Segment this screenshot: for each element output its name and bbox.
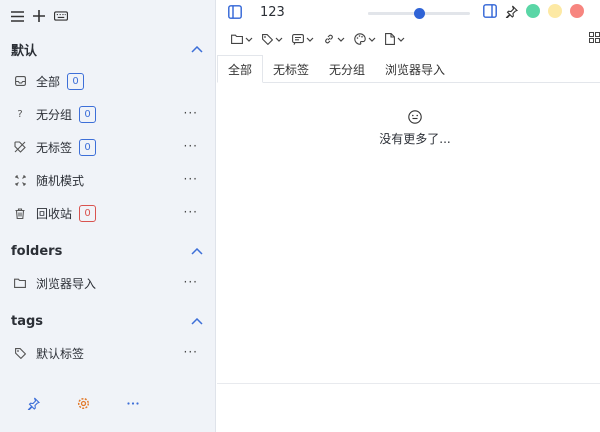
- color-filter-dropdown[interactable]: [354, 31, 376, 47]
- shuffle-icon: [14, 174, 26, 186]
- tab-all[interactable]: 全部: [217, 55, 264, 83]
- pin-icon[interactable]: [26, 396, 40, 410]
- link-filter-dropdown[interactable]: [323, 31, 345, 47]
- empty-state: 没有更多了...: [217, 110, 600, 147]
- minimize-button[interactable]: [548, 4, 562, 18]
- keyboard-icon[interactable]: [54, 9, 68, 23]
- page-title: 123: [260, 5, 285, 20]
- main-toolbar: 123: [217, 0, 600, 26]
- toggle-sidebar-icon[interactable]: [228, 5, 242, 19]
- maximize-button[interactable]: [526, 4, 540, 18]
- sidebar-item-label: 随机模式: [36, 173, 85, 188]
- tag-off-icon: [14, 141, 26, 153]
- chevron-down-icon: [245, 37, 253, 42]
- filter-toolbar: [231, 31, 405, 47]
- main-panel: 123 全部 无标签 无分组 浏览器导入 没有更多了...: [217, 0, 600, 432]
- sidebar: 默认 全部 0 ? 无分组 0 ··· 无标签 0 ··· 随机模式 ··· 回…: [0, 0, 216, 432]
- chevron-down-icon: [306, 37, 314, 42]
- note-icon: [292, 33, 304, 45]
- folder-filter-dropdown[interactable]: [231, 31, 253, 47]
- question-icon: ?: [17, 108, 23, 120]
- chevron-down-icon: [275, 37, 283, 42]
- link-icon: [325, 34, 333, 44]
- section-title: folders: [11, 243, 63, 259]
- note-filter-dropdown[interactable]: [292, 31, 314, 47]
- more-options-icon[interactable]: ···: [184, 140, 198, 152]
- folder-icon: [231, 34, 243, 44]
- grid-view-icon[interactable]: [589, 32, 600, 44]
- more-options-icon[interactable]: ···: [184, 107, 198, 119]
- sidebar-footer: [26, 396, 140, 410]
- sidebar-item-random[interactable]: 随机模式 ···: [0, 168, 216, 192]
- section-title: 默认: [11, 43, 38, 59]
- sidebar-item-ungrouped[interactable]: ? 无分组 0 ···: [0, 102, 216, 126]
- zoom-slider-knob[interactable]: [414, 8, 425, 19]
- inbox-icon: [14, 75, 26, 87]
- close-button[interactable]: [570, 4, 584, 18]
- plus-icon[interactable]: [32, 9, 46, 23]
- trash-icon: [14, 207, 26, 219]
- tag-filter-dropdown[interactable]: [262, 31, 283, 47]
- tag-icon: [14, 347, 26, 359]
- file-filter-dropdown[interactable]: [385, 31, 405, 47]
- settings-icon[interactable]: [76, 396, 90, 410]
- tab-untagged[interactable]: 无标签: [263, 55, 319, 83]
- sidebar-toolbar: [10, 8, 68, 24]
- toggle-panel-icon[interactable]: [483, 4, 497, 18]
- pin-icon[interactable]: [505, 5, 518, 18]
- more-options-icon[interactable]: ···: [184, 173, 198, 185]
- chevron-down-icon: [397, 37, 405, 42]
- sidebar-item-browser-import[interactable]: 浏览器导入 ···: [0, 271, 216, 295]
- section-header-folders[interactable]: folders: [11, 242, 203, 260]
- zoom-slider-fill: [368, 12, 419, 15]
- section-header-tags[interactable]: tags: [11, 312, 203, 330]
- sidebar-item-untagged[interactable]: 无标签 0 ···: [0, 135, 216, 159]
- chevron-down-icon: [368, 37, 376, 42]
- sidebar-item-default-tag[interactable]: 默认标签 ···: [0, 341, 216, 365]
- chevron-up-icon[interactable]: [191, 245, 203, 257]
- sidebar-item-all[interactable]: 全部 0: [0, 69, 216, 93]
- palette-icon: [354, 33, 366, 45]
- count-badge: 0: [67, 72, 85, 90]
- sidebar-item-label: 浏览器导入: [36, 276, 97, 291]
- chevron-up-icon[interactable]: [191, 43, 203, 55]
- file-icon: [385, 33, 395, 45]
- tab-bar: 全部 无标签 无分组 浏览器导入: [217, 55, 582, 83]
- sidebar-item-trash[interactable]: 回收站 0 ···: [0, 201, 216, 225]
- sidebar-item-label: 全部: [36, 74, 61, 89]
- count-badge: 0: [79, 138, 97, 156]
- smile-icon: [408, 110, 422, 124]
- sidebar-item-label: 无标签: [36, 140, 73, 155]
- footer-divider: [217, 383, 600, 384]
- window-controls: [483, 4, 584, 18]
- sidebar-item-label: 无分组: [36, 107, 73, 122]
- chevron-up-icon[interactable]: [191, 315, 203, 327]
- more-options-icon[interactable]: ···: [184, 276, 198, 288]
- more-icon[interactable]: [126, 396, 140, 410]
- section-header-default[interactable]: 默认: [11, 40, 203, 59]
- empty-message: 没有更多了...: [379, 132, 451, 146]
- count-badge: 0: [79, 204, 97, 222]
- tab-ungrouped[interactable]: 无分组: [319, 55, 375, 83]
- tag-icon: [262, 33, 273, 45]
- chevron-down-icon: [337, 37, 345, 42]
- count-badge: 0: [79, 105, 97, 123]
- more-options-icon[interactable]: ···: [184, 206, 198, 218]
- menu-icon[interactable]: [10, 9, 24, 23]
- sidebar-item-label: 默认标签: [36, 346, 85, 361]
- sidebar-item-label: 回收站: [36, 206, 73, 221]
- tab-bar-divider: [582, 55, 600, 83]
- section-title: tags: [11, 313, 44, 329]
- zoom-slider[interactable]: [368, 8, 470, 19]
- more-options-icon[interactable]: ···: [184, 346, 198, 358]
- tab-browser-import[interactable]: 浏览器导入: [375, 55, 455, 83]
- folder-icon: [14, 277, 26, 289]
